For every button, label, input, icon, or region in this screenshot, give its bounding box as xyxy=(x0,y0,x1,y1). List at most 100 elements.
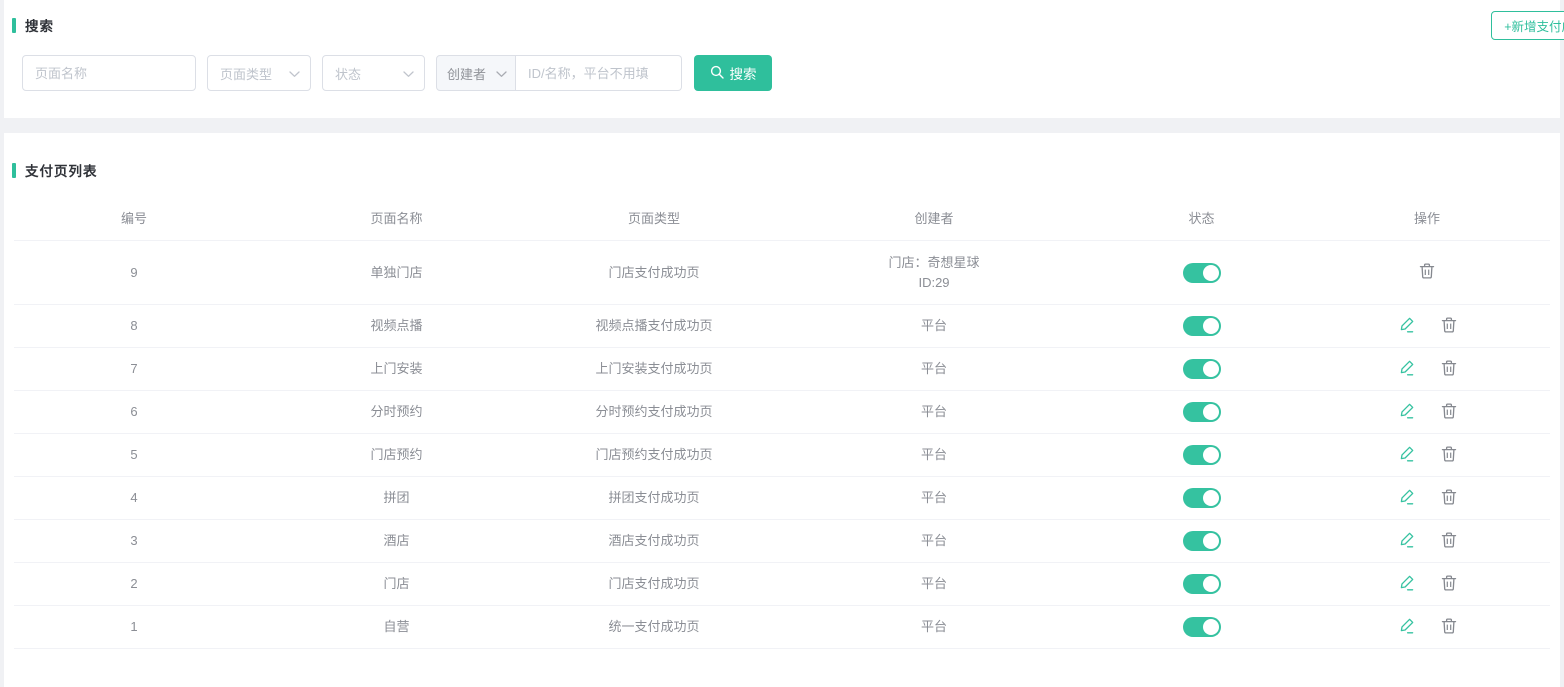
payment-page-list-panel: 支付页列表 编号 页面名称 页面类型 创建者 状态 操作 9 单独门店 门店支付… xyxy=(4,133,1560,687)
delete-button[interactable] xyxy=(1441,316,1457,337)
edit-button[interactable] xyxy=(1398,531,1415,552)
toggle-knob xyxy=(1203,318,1219,334)
table-row: 3 酒店 酒店支付成功页 平台 xyxy=(14,520,1550,563)
page-type-select[interactable]: 页面类型 xyxy=(207,55,311,91)
cell-actions xyxy=(1304,262,1550,283)
status-select[interactable]: 状态 xyxy=(322,55,425,91)
cell-type: 拼团支付成功页 xyxy=(539,488,769,508)
cell-creator: 平台 xyxy=(769,316,1099,336)
cell-status xyxy=(1099,531,1304,551)
status-toggle[interactable] xyxy=(1183,263,1221,283)
table-row: 1 自营 统一支付成功页 平台 xyxy=(14,606,1550,649)
cell-status xyxy=(1099,445,1304,465)
column-header-status: 状态 xyxy=(1099,209,1304,229)
search-button[interactable]: 搜索 xyxy=(694,55,772,91)
edit-button[interactable] xyxy=(1398,316,1415,337)
edit-button[interactable] xyxy=(1398,574,1415,595)
edit-button[interactable] xyxy=(1398,617,1415,638)
chevron-down-icon xyxy=(289,66,300,81)
search-icon xyxy=(710,65,724,82)
edit-pencil-icon xyxy=(1398,402,1415,423)
toggle-knob xyxy=(1203,404,1219,420)
cell-name: 自营 xyxy=(254,617,539,637)
status-toggle[interactable] xyxy=(1183,359,1221,379)
creator-line1: 门店：奇想星球 xyxy=(888,253,979,273)
edit-pencil-icon xyxy=(1398,359,1415,380)
creator-search-group: 创建者 xyxy=(436,55,694,91)
cell-id: 6 xyxy=(14,402,254,422)
cell-name: 酒店 xyxy=(254,531,539,551)
cell-id: 4 xyxy=(14,488,254,508)
search-panel: 搜索 页面类型 状态 创建者 xyxy=(4,0,1560,118)
cell-type: 上门安装支付成功页 xyxy=(539,359,769,379)
cell-name: 门店 xyxy=(254,574,539,594)
list-title-label: 支付页列表 xyxy=(25,160,98,180)
delete-button[interactable] xyxy=(1441,488,1457,509)
cell-actions xyxy=(1304,574,1550,595)
trash-icon xyxy=(1441,488,1457,509)
cell-creator: 平台 xyxy=(769,402,1099,422)
cell-status xyxy=(1099,359,1304,379)
cell-creator: 平台 xyxy=(769,617,1099,637)
section-accent-bar xyxy=(12,18,16,33)
page-name-input[interactable] xyxy=(22,55,196,91)
payment-page-table: 编号 页面名称 页面类型 创建者 状态 操作 9 单独门店 门店支付成功页 门店… xyxy=(14,197,1550,649)
status-toggle[interactable] xyxy=(1183,531,1221,551)
delete-button[interactable] xyxy=(1419,262,1435,283)
trash-icon xyxy=(1441,445,1457,466)
edit-button[interactable] xyxy=(1398,445,1415,466)
trash-icon xyxy=(1441,359,1457,380)
cell-id: 1 xyxy=(14,617,254,637)
cell-name: 门店预约 xyxy=(254,445,539,465)
delete-button[interactable] xyxy=(1441,574,1457,595)
cell-id: 8 xyxy=(14,316,254,336)
delete-button[interactable] xyxy=(1441,445,1457,466)
cell-name: 分时预约 xyxy=(254,402,539,422)
edit-pencil-icon xyxy=(1398,445,1415,466)
status-toggle[interactable] xyxy=(1183,402,1221,422)
page-type-select-label: 页面类型 xyxy=(220,64,272,83)
table-row: 4 拼团 拼团支付成功页 平台 xyxy=(14,477,1550,520)
creator-select[interactable]: 创建者 xyxy=(436,55,516,91)
status-toggle[interactable] xyxy=(1183,617,1221,637)
cell-status xyxy=(1099,263,1304,283)
cell-name: 上门安装 xyxy=(254,359,539,379)
cell-actions xyxy=(1304,617,1550,638)
cell-creator: 平台 xyxy=(769,488,1099,508)
edit-button[interactable] xyxy=(1398,402,1415,423)
cell-actions xyxy=(1304,445,1550,466)
creator-line2: ID:29 xyxy=(918,273,949,293)
creator-line1: 平台 xyxy=(921,531,947,551)
edit-button[interactable] xyxy=(1398,359,1415,380)
cell-actions xyxy=(1304,359,1550,380)
cell-name: 单独门店 xyxy=(254,263,539,283)
cell-status xyxy=(1099,402,1304,422)
status-toggle[interactable] xyxy=(1183,488,1221,508)
status-toggle[interactable] xyxy=(1183,445,1221,465)
edit-button[interactable] xyxy=(1398,488,1415,509)
cell-creator: 平台 xyxy=(769,531,1099,551)
delete-button[interactable] xyxy=(1441,359,1457,380)
cell-id: 2 xyxy=(14,574,254,594)
trash-icon xyxy=(1441,316,1457,337)
creator-keyword-input[interactable] xyxy=(516,55,682,91)
column-header-name: 页面名称 xyxy=(254,209,539,229)
status-toggle[interactable] xyxy=(1183,574,1221,594)
section-accent-bar xyxy=(12,163,16,178)
status-toggle[interactable] xyxy=(1183,316,1221,336)
cell-actions xyxy=(1304,402,1550,423)
cell-type: 分时预约支付成功页 xyxy=(539,402,769,422)
cell-creator: 平台 xyxy=(769,574,1099,594)
cell-type: 酒店支付成功页 xyxy=(539,531,769,551)
delete-button[interactable] xyxy=(1441,617,1457,638)
delete-button[interactable] xyxy=(1441,531,1457,552)
cell-type: 统一支付成功页 xyxy=(539,617,769,637)
column-header-actions: 操作 xyxy=(1304,209,1550,229)
table-row: 9 单独门店 门店支付成功页 门店：奇想星球 ID:29 xyxy=(14,241,1550,305)
toggle-knob xyxy=(1203,490,1219,506)
trash-icon xyxy=(1441,531,1457,552)
delete-button[interactable] xyxy=(1441,402,1457,423)
list-section-title: 支付页列表 xyxy=(4,133,1560,180)
table-row: 2 门店 门店支付成功页 平台 xyxy=(14,563,1550,606)
add-payment-page-button[interactable]: +新增支付成功页 xyxy=(1491,11,1564,40)
